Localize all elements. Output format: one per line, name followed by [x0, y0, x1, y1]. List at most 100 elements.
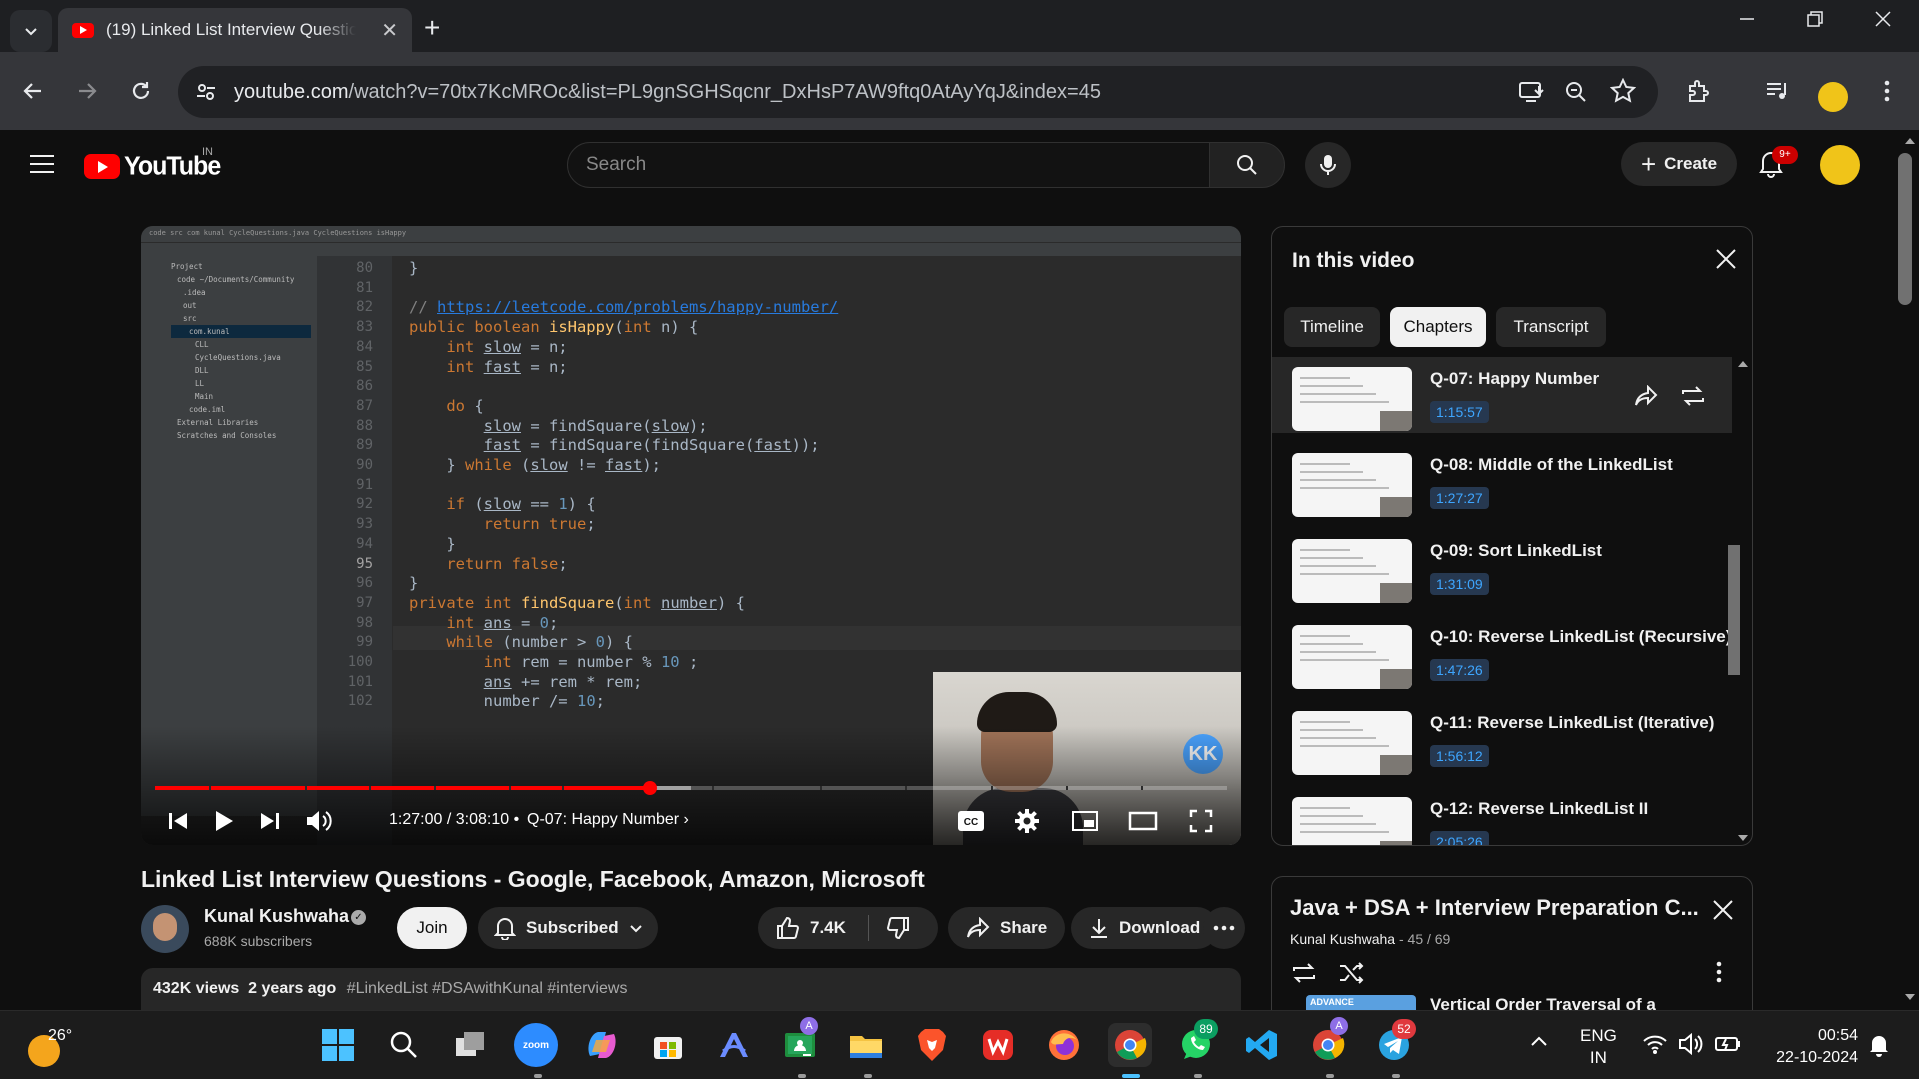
brave-browser-icon[interactable]: [910, 1023, 954, 1067]
wifi-icon[interactable]: [1642, 1033, 1668, 1055]
chevron-up-icon[interactable]: [1530, 1035, 1548, 1047]
firefox-icon[interactable]: [1042, 1023, 1086, 1067]
previous-button[interactable]: [161, 804, 195, 838]
channel-avatar[interactable]: [141, 905, 189, 953]
progress-played: [155, 786, 651, 790]
volume-icon[interactable]: [1678, 1033, 1704, 1055]
window-close-button[interactable]: [1874, 10, 1892, 28]
page-scrollbar-thumb[interactable]: [1898, 153, 1912, 305]
forward-button[interactable]: [70, 74, 104, 108]
install-app-icon[interactable]: [1518, 80, 1544, 104]
extensions-icon[interactable]: [1682, 74, 1716, 108]
chapter-button[interactable]: Q-07: Happy Number ›: [527, 811, 689, 829]
more-actions-button[interactable]: [1203, 907, 1245, 949]
search-input[interactable]: Search: [567, 142, 1210, 188]
fullscreen-icon[interactable]: [1181, 804, 1221, 838]
loop-playlist-button[interactable]: [1290, 961, 1318, 985]
next-button[interactable]: [253, 804, 287, 838]
chapter-item[interactable]: Q-09: Sort LinkedList 1:31:09: [1272, 529, 1732, 605]
search-icon: [1235, 153, 1259, 177]
tab-timeline[interactable]: Timeline: [1284, 307, 1380, 347]
bookmark-star-icon[interactable]: [1610, 78, 1636, 104]
chrome-menu-icon[interactable]: [1870, 74, 1904, 108]
zoom-icon[interactable]: [1564, 80, 1588, 104]
chapter-item[interactable]: Q-07: Happy Number 1:15:57: [1272, 357, 1732, 433]
copilot-icon[interactable]: [580, 1023, 624, 1067]
tab-transcript[interactable]: Transcript: [1496, 307, 1606, 347]
microsoft-store-icon[interactable]: [646, 1023, 690, 1067]
playlist-title[interactable]: Java + DSA + Interview Preparation C...: [1290, 895, 1699, 921]
captions-button[interactable]: CC: [951, 804, 991, 838]
google-chrome-icon[interactable]: [1108, 1023, 1152, 1067]
new-tab-button[interactable]: +: [424, 12, 440, 44]
tab-close-icon[interactable]: ✕: [381, 18, 398, 43]
chrome-profile-avatar[interactable]: [1818, 82, 1848, 112]
hashtags[interactable]: #LinkedList #DSAwithKunal #interviews: [347, 980, 628, 997]
battery-icon[interactable]: [1714, 1033, 1742, 1055]
chapter-item[interactable]: Q-10: Reverse LinkedList (Recursive) 1:47…: [1272, 615, 1732, 691]
restore-button[interactable]: [1806, 10, 1824, 28]
share-button[interactable]: Share: [948, 907, 1066, 949]
language-indicator[interactable]: ENG IN: [1580, 1025, 1617, 1069]
download-button[interactable]: Download: [1071, 907, 1219, 949]
weather-widget[interactable]: 26°: [28, 1023, 108, 1069]
playlist-owner[interactable]: Kunal Kushwaha: [1290, 931, 1395, 947]
reload-button[interactable]: [124, 74, 158, 108]
close-playlist-button[interactable]: [1712, 899, 1734, 921]
share-chapter-icon[interactable]: [1634, 385, 1658, 407]
volume-button[interactable]: [299, 804, 339, 838]
close-panel-button[interactable]: [1714, 247, 1738, 271]
chapter-timestamp[interactable]: 1:47:26: [1430, 659, 1489, 681]
channel-name[interactable]: Kunal Kushwaha: [204, 906, 349, 927]
youtube-account-avatar[interactable]: [1820, 145, 1860, 185]
arc-browser-icon[interactable]: [712, 1023, 756, 1067]
project-tree-item: LL: [195, 379, 205, 388]
play-button[interactable]: [207, 804, 241, 838]
subscribed-button[interactable]: Subscribed: [478, 907, 658, 949]
like-button[interactable]: 7.4K: [776, 916, 846, 940]
search-button[interactable]: [1209, 142, 1285, 188]
minimize-button[interactable]: [1738, 10, 1756, 28]
shuffle-button[interactable]: [1338, 961, 1366, 985]
chapter-item[interactable]: Q-11: Reverse LinkedList (Iterative) 1:56…: [1272, 701, 1732, 777]
voice-search-button[interactable]: [1305, 142, 1351, 188]
media-control-icon[interactable]: [1760, 74, 1794, 108]
tab-title: (19) Linked List Interview Questions - G…: [106, 20, 356, 39]
chapter-timestamp[interactable]: 1:56:12: [1430, 745, 1489, 767]
chapter-timestamp[interactable]: 1:15:57: [1430, 401, 1489, 423]
clock[interactable]: 00:54 22-10-2024: [1762, 1025, 1858, 1069]
windows-start-icon[interactable]: [316, 1023, 360, 1067]
theater-mode-icon[interactable]: [1123, 804, 1163, 838]
chapter-timestamp[interactable]: 2:05:26: [1430, 831, 1489, 845]
browser-tab-active[interactable]: (19) Linked List Interview Questions - G…: [58, 8, 412, 52]
chapters-scrollbar-thumb[interactable]: [1728, 545, 1740, 675]
more-vertical-icon[interactable]: [1716, 961, 1722, 983]
vscode-icon[interactable]: [1240, 1023, 1284, 1067]
loop-chapter-icon[interactable]: [1680, 385, 1706, 407]
file-explorer-icon[interactable]: [844, 1023, 888, 1067]
wps-office-icon[interactable]: [976, 1023, 1020, 1067]
notification-center-icon[interactable]: [1868, 1033, 1890, 1057]
create-button[interactable]: + Create: [1621, 142, 1737, 186]
chapter-item[interactable]: Q-08: Middle of the LinkedList 1:27:27: [1272, 443, 1732, 519]
settings-gear-icon[interactable]: [1007, 804, 1047, 838]
chapter-item[interactable]: Q-12: Reverse LinkedList II 2:05:26: [1272, 787, 1732, 845]
tab-chapters[interactable]: Chapters: [1390, 307, 1486, 347]
site-settings-icon[interactable]: [194, 80, 218, 104]
search-icon[interactable]: [382, 1023, 426, 1067]
back-button[interactable]: [16, 74, 50, 108]
chapter-title: Q-10: Reverse LinkedList (Recursive): [1430, 627, 1732, 646]
dislike-button[interactable]: [886, 916, 910, 940]
task-view-icon[interactable]: [448, 1023, 492, 1067]
chapter-timestamp[interactable]: 1:27:27: [1430, 487, 1489, 509]
menu-icon[interactable]: [30, 155, 54, 179]
chapter-timestamp[interactable]: 1:31:09: [1430, 573, 1489, 595]
video-player[interactable]: code src com kunal CycleQuestions.java C…: [141, 226, 1241, 845]
progress-bar[interactable]: [155, 786, 1227, 790]
join-button[interactable]: Join: [397, 907, 467, 949]
zoom-app-icon[interactable]: zoom: [514, 1023, 558, 1067]
tab-search-button[interactable]: [10, 10, 52, 52]
youtube-logo[interactable]: YouTube: [84, 151, 221, 181]
miniplayer-icon[interactable]: [1065, 804, 1105, 838]
address-bar[interactable]: youtube.com/watch?v=70tx7KcMROc&list=PL9…: [178, 66, 1658, 118]
